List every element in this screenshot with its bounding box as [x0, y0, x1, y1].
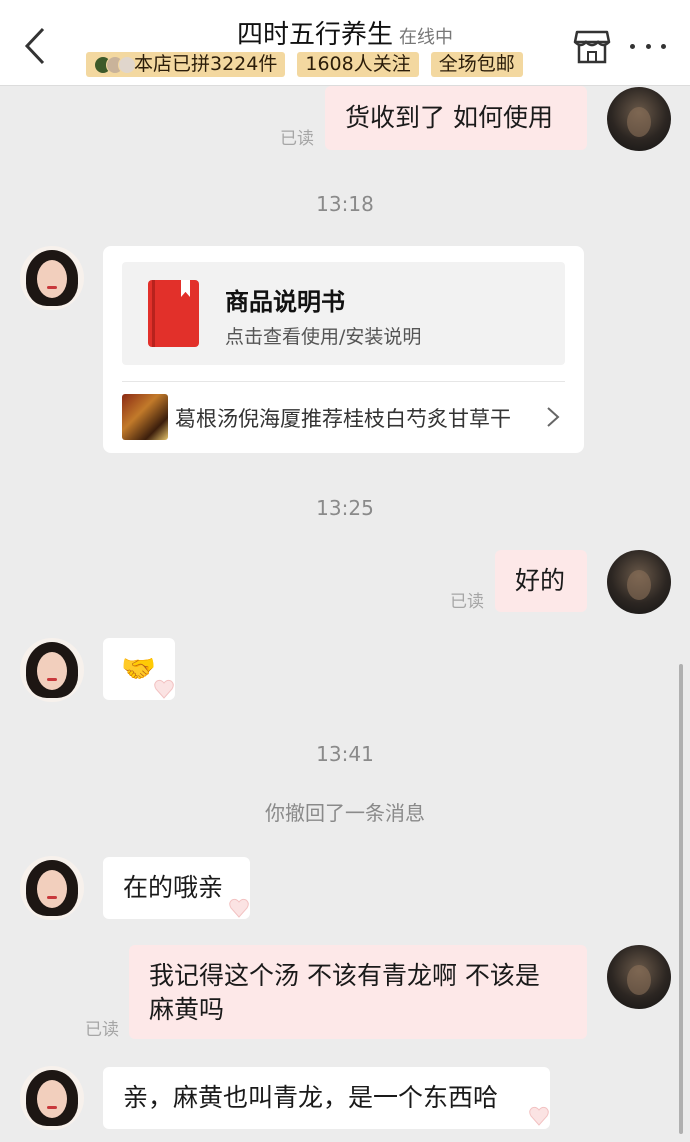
user-message[interactable]: 我记得这个汤 不该有青龙啊 不该是 麻黄吗 — [129, 945, 587, 1039]
timestamp: 13:41 — [316, 742, 374, 766]
user-avatar[interactable] — [607, 550, 671, 614]
user-message[interactable]: 好的 — [495, 550, 587, 612]
agent-avatar[interactable] — [20, 856, 84, 920]
buyer-avatars — [94, 55, 136, 74]
shop-title[interactable]: 四时五行养生 — [237, 20, 393, 50]
badge-sold: 本店已拼3224件 — [86, 52, 286, 77]
badge-free-shipping-text: 全场包邮 — [438, 53, 515, 75]
agent-avatar[interactable] — [20, 638, 84, 702]
agent-avatar[interactable] — [20, 246, 84, 310]
user-avatar[interactable] — [607, 87, 671, 151]
product-name[interactable]: 葛根汤倪海厦推荐桂枝白芍炙甘草干 — [175, 403, 511, 433]
heart-pin-icon — [228, 897, 250, 919]
message-line: 麻黄吗 — [149, 995, 225, 1024]
agent-avatar[interactable] — [20, 1066, 84, 1130]
chevron-right-icon — [546, 406, 560, 428]
online-status: 在线中 — [399, 27, 453, 48]
product-thumbnail — [122, 394, 168, 440]
manual-card-subtitle: 点击查看使用/安装说明 — [225, 326, 422, 348]
user-avatar[interactable] — [607, 945, 671, 1009]
heart-pin-icon — [528, 1105, 550, 1127]
badge-sold-text: 本店已拼3224件 — [134, 53, 278, 75]
timestamp: 13:25 — [316, 496, 374, 520]
card-divider — [122, 381, 565, 382]
message-line: 我记得这个汤 不该有青龙啊 不该是 — [149, 961, 540, 990]
chat-header: 四时五行养生 在线中 本店已拼3224件 1608人关注 全场包邮 — [0, 0, 690, 86]
manual-card-header[interactable]: 商品说明书 点击查看使用/安装说明 — [122, 262, 565, 365]
more-icon[interactable] — [630, 36, 666, 56]
shop-badges: 本店已拼3224件 1608人关注 全场包邮 — [86, 52, 523, 77]
read-receipt: 已读 — [85, 1020, 119, 1040]
timestamp: 13:18 — [316, 192, 374, 216]
user-message[interactable]: 货收到了 如何使用 — [325, 86, 587, 150]
manual-card[interactable]: 商品说明书 点击查看使用/安装说明 葛根汤倪海厦推荐桂枝白芍炙甘草干 — [103, 246, 584, 453]
recall-notice: 你撤回了一条消息 — [265, 801, 425, 825]
book-icon — [148, 280, 199, 347]
badge-free-shipping: 全场包邮 — [430, 52, 523, 77]
heart-pin-icon — [153, 678, 175, 700]
badge-followers-text: 1608人关注 — [305, 53, 411, 75]
store-icon[interactable] — [573, 28, 611, 66]
read-receipt: 已读 — [280, 129, 314, 149]
agent-message[interactable]: 亲，麻黄也叫青龙，是一个东西哈 — [103, 1067, 550, 1129]
read-receipt: 已读 — [450, 592, 484, 612]
badge-followers: 1608人关注 — [297, 52, 419, 77]
scrollbar[interactable] — [679, 664, 683, 1134]
manual-card-title: 商品说明书 — [225, 288, 345, 316]
